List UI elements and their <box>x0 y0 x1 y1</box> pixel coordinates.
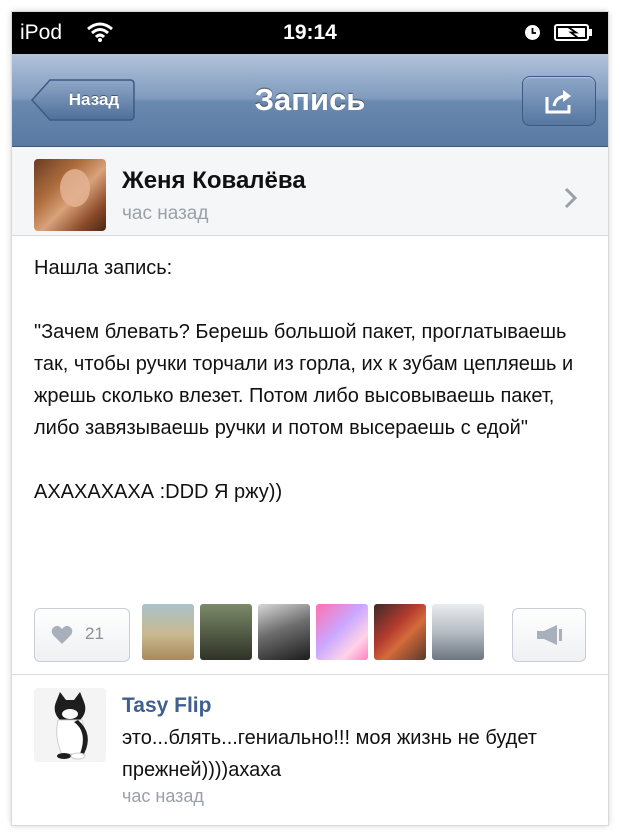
liker-avatar[interactable] <box>432 604 484 660</box>
battery-icon <box>554 24 592 41</box>
page-title: Запись <box>254 82 366 117</box>
status-bar: iPod 19:14 <box>12 12 608 54</box>
clock-icon <box>525 25 540 40</box>
commenter-avatar[interactable] <box>34 688 106 762</box>
liker-avatar[interactable] <box>258 604 310 660</box>
comment-text: это...блять...гениально!!! моя жизнь не … <box>122 727 537 781</box>
post-text: Нашла запись: "Зачем блевать? Берешь бол… <box>34 252 594 540</box>
cat-avatar-image <box>34 688 106 762</box>
repost-button[interactable] <box>512 608 586 662</box>
liker-avatar[interactable] <box>142 604 194 660</box>
megaphone-icon <box>537 625 562 645</box>
post-paragraph: "Зачем блевать? Берешь большой пакет, пр… <box>34 321 574 439</box>
post-actions: 21 <box>12 600 608 670</box>
post-author-row[interactable]: Женя Ковалёва час назад <box>12 147 608 236</box>
author-name[interactable]: Женя Ковалёва <box>122 167 306 195</box>
share-button[interactable] <box>522 76 596 126</box>
share-icon <box>545 90 571 114</box>
post-paragraph: АХАХАХАХА :DDD Я ржу)) <box>34 481 283 503</box>
screenshot-frame: iPod 19:14 Назад Запись Женя Ковалёва ча… <box>12 12 608 825</box>
navigation-bar: Назад Запись <box>12 54 608 147</box>
post-timestamp: час назад <box>122 203 209 224</box>
liker-avatar[interactable] <box>200 604 252 660</box>
avatar-face <box>60 169 90 207</box>
like-count: 21 <box>85 624 104 643</box>
like-button[interactable]: 21 <box>34 608 130 662</box>
author-avatar[interactable] <box>34 159 106 231</box>
liker-avatar[interactable] <box>374 604 426 660</box>
section-divider <box>12 674 608 675</box>
chevron-right-icon <box>564 187 578 209</box>
status-time: 19:14 <box>283 21 337 44</box>
liker-avatar[interactable] <box>316 604 368 660</box>
post-paragraph: Нашла запись: <box>34 257 173 279</box>
comment-timestamp: час назад <box>122 786 204 806</box>
commenter-name[interactable]: Tasy Flip <box>122 694 211 718</box>
heart-icon <box>51 625 73 644</box>
